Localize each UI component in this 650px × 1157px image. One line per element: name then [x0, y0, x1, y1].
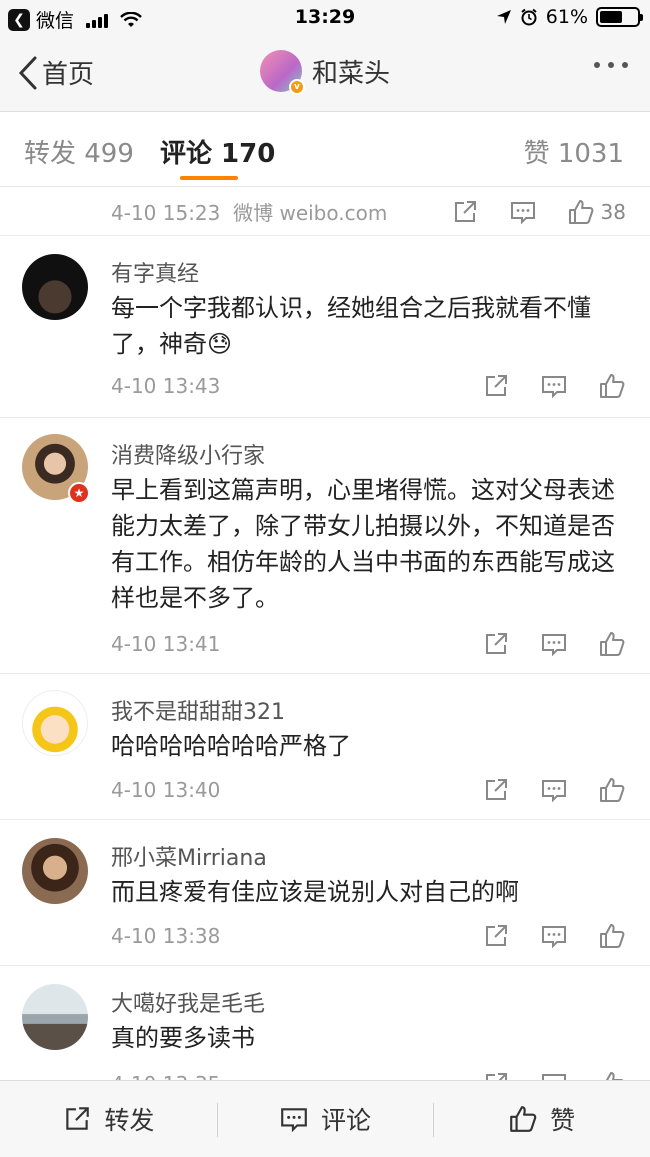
comment-icon[interactable] [540, 776, 568, 804]
comment-icon [281, 1108, 307, 1133]
comment-text-body: 每一个字我都认识，经她组合之后我就看不懂了，神奇 [111, 294, 591, 358]
status-bar: ❮ 微信 13:29 61% [0, 0, 650, 36]
comment-meta: 4-10 13:43 [111, 368, 626, 404]
list-item: 我不是甜甜甜321 哈哈哈哈哈哈哈严格了 4-10 13:40 [0, 674, 650, 820]
alarm-icon [521, 8, 537, 26]
list-item: 大噶好我是毛毛 真的要多读书 4-10 13:35 [0, 966, 650, 1080]
commenter-name[interactable]: 邢小菜Mirriana [111, 840, 267, 872]
share-icon [454, 200, 476, 222]
post-time: 4-10 15:23 [111, 201, 221, 225]
page-title: 和菜头 [311, 58, 390, 89]
comment-time: 4-10 13:35 [111, 1072, 482, 1080]
author-avatar[interactable]: v [259, 50, 305, 95]
share-icon[interactable] [482, 922, 510, 950]
active-tab-indicator [180, 176, 238, 180]
battery-fill [600, 11, 622, 23]
avatar[interactable] [22, 254, 88, 320]
location-arrow-icon [496, 10, 511, 24]
comment-text: 早上看到这篇声明，心里堵得慌。这对父母表述能力太差了，除了带女儿拍摄以外，不知道… [111, 476, 615, 612]
bottom-action-bar: 转发 评论 赞 [0, 1080, 650, 1157]
tab-likes[interactable]: 赞 1031 [524, 133, 624, 170]
tab-bar: 转发 499 评论 170 赞 1031 [0, 113, 650, 187]
thumbs-up-icon [568, 199, 593, 224]
comment-text: 每一个字我都认识，经她组合之后我就看不懂了，神奇😓 [111, 290, 621, 362]
like-bottom-button[interactable]: 赞 [433, 1081, 650, 1157]
commenter-name[interactable]: 有字真经 [111, 256, 199, 288]
share-button[interactable] [451, 198, 479, 226]
comment-icon[interactable] [540, 922, 568, 950]
comment-icon [510, 201, 535, 224]
thumbs-up-icon[interactable] [598, 372, 626, 400]
comment-meta: 4-10 13:38 [111, 918, 626, 954]
list-item: 有字真经 每一个字我都认识，经她组合之后我就看不懂了，神奇😓 4-10 13:4… [0, 236, 650, 418]
post-meta-row: 4-10 15:23 微博 weibo.com 38 [0, 188, 650, 236]
like-button[interactable]: 38 [567, 198, 626, 226]
share-icon[interactable] [482, 372, 510, 400]
post-time-source: 4-10 15:23 微博 weibo.com [111, 197, 451, 226]
battery-percent: 61% [545, 6, 588, 28]
thumbs-up-icon[interactable] [598, 776, 626, 804]
list-item: 邢小菜Mirriana 而且疼爱有佳应该是说别人对自己的啊 4-10 13:38 [0, 820, 650, 966]
commenter-name[interactable]: 我不是甜甜甜321 [111, 694, 285, 726]
comment-button[interactable] [509, 198, 537, 226]
share-icon [66, 1107, 90, 1130]
repost-button[interactable]: 转发 [0, 1081, 217, 1157]
avatar[interactable] [22, 838, 88, 904]
thumbs-up-icon [510, 1106, 537, 1132]
tab-comments[interactable]: 评论 170 [160, 133, 275, 170]
comment-time: 4-10 13:43 [111, 374, 221, 398]
like-label: 赞 [550, 1106, 576, 1135]
comment-meta: 4-10 13:40 [111, 772, 626, 808]
repost-label: 转发 [104, 1106, 155, 1135]
comment-label: 评论 [321, 1106, 372, 1135]
thumbs-up-icon[interactable] [598, 922, 626, 950]
comment-text: 真的要多读书 [111, 1024, 255, 1052]
comment-text: 哈哈哈哈哈哈哈严格了 [111, 732, 351, 760]
share-icon[interactable] [482, 630, 510, 658]
tab-repost[interactable]: 转发 499 [24, 133, 134, 170]
comment-list[interactable]: 4-10 15:23 微博 weibo.com 38 有字真经 每一个字我都认识… [0, 188, 650, 1080]
avatar[interactable] [22, 984, 88, 1050]
commenter-name[interactable]: 大噶好我是毛毛 [111, 986, 265, 1018]
share-icon[interactable] [482, 1070, 510, 1080]
comment-time: 4-10 13:40 [111, 778, 221, 802]
comment-icon[interactable] [540, 1070, 568, 1080]
comment-meta: 4-10 13:41 [111, 626, 626, 662]
thumbs-up-icon[interactable] [598, 1070, 626, 1080]
share-icon[interactable] [482, 776, 510, 804]
comment-time: 4-10 13:41 [111, 632, 221, 656]
like-count: 38 [600, 199, 626, 224]
nav-bar: 首页 v 和菜头 [0, 36, 650, 112]
verified-badge-icon: v [288, 79, 305, 95]
more-options-icon[interactable] [594, 62, 628, 68]
sweat-emoji-icon: 😓 [207, 330, 233, 358]
thumbs-up-icon[interactable] [598, 630, 626, 658]
comment-text: 而且疼爱有佳应该是说别人对自己的啊 [111, 878, 519, 906]
post-source: 微博 weibo.com [233, 201, 388, 225]
comment-meta: 4-10 13:35 [111, 1066, 626, 1080]
comment-time: 4-10 13:38 [111, 924, 221, 948]
member-badge-icon: ★ [68, 482, 90, 504]
comment-bottom-button[interactable]: 评论 [216, 1081, 434, 1157]
comment-icon[interactable] [540, 630, 568, 658]
commenter-name[interactable]: 消费降级小行家 [111, 438, 265, 470]
list-item: ★ 消费降级小行家 早上看到这篇声明，心里堵得慌。这对父母表述能力太差了，除了带… [0, 418, 650, 674]
comment-icon[interactable] [540, 372, 568, 400]
battery-icon [596, 7, 643, 27]
avatar[interactable] [22, 690, 88, 756]
